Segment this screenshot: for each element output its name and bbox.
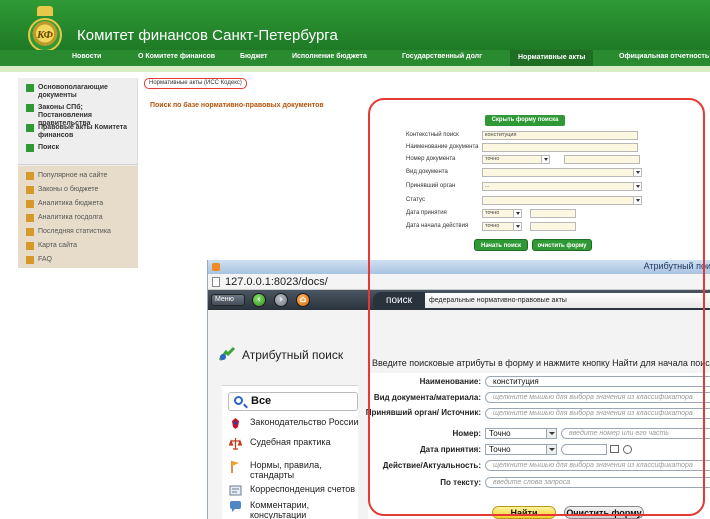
nav-item-about[interactable]: О Комитете финансов: [138, 53, 215, 60]
accounts-icon: [229, 485, 242, 496]
highlight-frame: [368, 98, 705, 516]
nav-item-budget[interactable]: Бюджет: [240, 53, 267, 60]
sidebar-item-search[interactable]: Поиск: [26, 144, 138, 152]
sidebar-item-debt-analytics[interactable]: Аналитика госдолга: [26, 214, 138, 222]
nav-item-reporting[interactable]: Официальная отчетность: [619, 53, 709, 60]
sidebar-item-fundamental-docs[interactable]: Основополагающие документы: [26, 84, 138, 100]
menu-button[interactable]: Меню: [211, 294, 245, 306]
screenshot-stage: КФ Комитет финансов Санкт-Петербурга Нов…: [0, 0, 710, 519]
home-button[interactable]: ⌂: [296, 293, 310, 307]
site-header: КФ Комитет финансов Санкт-Петербурга: [0, 0, 710, 52]
committee-logo[interactable]: КФ: [28, 18, 62, 52]
favicon-icon: [212, 263, 220, 271]
site-title: Комитет финансов Санкт-Петербурга: [77, 27, 338, 44]
site-nav: Новости О Комитете финансов Бюджет Испол…: [0, 50, 710, 66]
sidebar-item-popular[interactable]: Популярное на сайте: [26, 172, 138, 180]
back-button[interactable]: ‹: [252, 293, 266, 307]
forward-button[interactable]: ›: [274, 293, 288, 307]
bullet-icon: [26, 256, 34, 264]
left-panel-title: Атрибутный поиск: [218, 346, 343, 362]
header-band: [0, 66, 710, 72]
category-norms-standards[interactable]: Нормы, правила, стандарты: [228, 460, 364, 480]
category-court-practice[interactable]: Судебная практика: [228, 437, 364, 450]
category-panel: Все Законодательство России Судебная пра…: [222, 385, 358, 519]
page-heading: Поиск по базе нормативно-правовых докуме…: [150, 102, 324, 109]
nav-item-news[interactable]: Новости: [72, 53, 101, 60]
bullet-icon: [26, 144, 34, 152]
bullet-icon: [26, 84, 34, 92]
attribute-search-icon: [218, 346, 236, 361]
search-icon: [234, 396, 243, 405]
bullet-icon: [26, 242, 34, 250]
arrow-left-icon: ‹: [257, 295, 261, 305]
comments-icon: [230, 501, 241, 512]
bullet-icon: [26, 172, 34, 180]
bullet-icon: [26, 200, 34, 208]
url-text[interactable]: 127.0.0.1:8023/docs/: [225, 276, 328, 288]
category-russian-legislation[interactable]: Законодательство России: [228, 417, 364, 429]
home-icon: ⌂: [299, 295, 307, 305]
breadcrumb[interactable]: Нормативные акты (ИСС Кодекс): [144, 78, 247, 89]
nav-item-regulations[interactable]: Нормативные акты: [510, 50, 594, 66]
crown-icon: [37, 6, 53, 16]
category-comments[interactable]: Комментарии, консультации: [228, 500, 364, 519]
page-icon: [212, 277, 220, 287]
scales-icon: [229, 438, 242, 450]
sidebar-divider: [18, 164, 138, 165]
logo-text: КФ: [37, 29, 53, 41]
nav-item-public-debt[interactable]: Государственный долг: [402, 53, 482, 60]
sidebar-item-faq[interactable]: FAQ: [26, 256, 138, 264]
site-sidebar: Основополагающие документы Законы СПб; П…: [18, 78, 138, 268]
sidebar-item-budget-laws[interactable]: Законы о бюджете: [26, 186, 138, 194]
russia-emblem-icon: [232, 418, 239, 429]
nav-item-budget-execution[interactable]: Исполнение бюджета: [292, 53, 367, 60]
sidebar-item-sitemap[interactable]: Карта сайта: [26, 242, 138, 250]
category-account-correspondence[interactable]: Корреспонденция счетов: [228, 484, 364, 496]
flag-icon: [231, 461, 239, 473]
bullet-icon: [26, 104, 34, 112]
sidebar-item-budget-analytics[interactable]: Аналитика бюджета: [26, 200, 138, 208]
bullet-icon: [26, 124, 34, 132]
bullet-icon: [26, 214, 34, 222]
category-all[interactable]: Все: [228, 392, 358, 411]
sidebar-item-statistics[interactable]: Последняя статистика: [26, 228, 138, 236]
bullet-icon: [26, 186, 34, 194]
sidebar-item-legal-acts[interactable]: Правовые акты Комитета финансов: [26, 124, 138, 140]
arrow-right-icon: ›: [279, 295, 283, 305]
bullet-icon: [26, 228, 34, 236]
